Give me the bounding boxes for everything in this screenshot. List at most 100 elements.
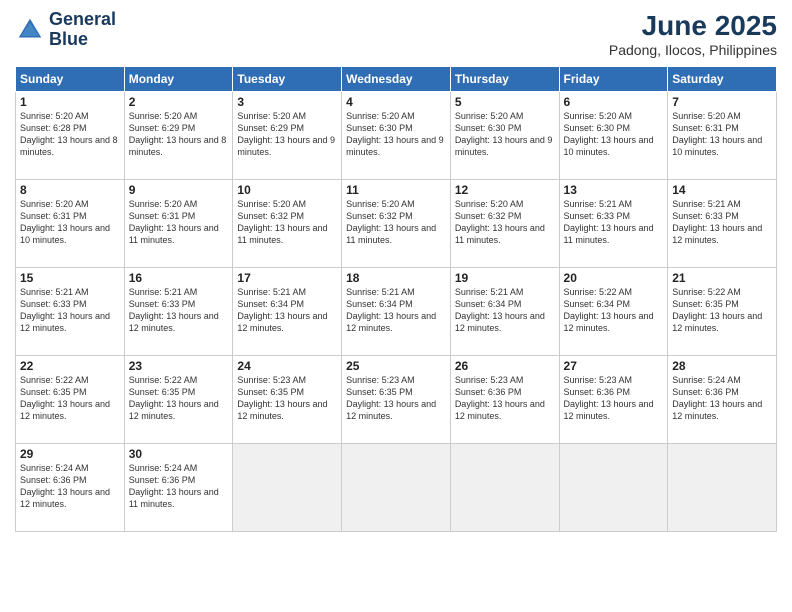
day-number: 29: [20, 447, 120, 461]
calendar-row: 1 Sunrise: 5:20 AM Sunset: 6:28 PM Dayli…: [16, 92, 777, 180]
dow-header: Tuesday: [233, 67, 342, 92]
day-number: 8: [20, 183, 120, 197]
day-info: Sunrise: 5:20 AM Sunset: 6:30 PM Dayligh…: [564, 110, 664, 159]
day-of-week-row: SundayMondayTuesdayWednesdayThursdayFrid…: [16, 67, 777, 92]
day-number: 30: [129, 447, 229, 461]
day-info: Sunrise: 5:20 AM Sunset: 6:32 PM Dayligh…: [237, 198, 337, 247]
calendar-cell: 19 Sunrise: 5:21 AM Sunset: 6:34 PM Dayl…: [450, 268, 559, 356]
calendar-cell: 16 Sunrise: 5:21 AM Sunset: 6:33 PM Dayl…: [124, 268, 233, 356]
day-info: Sunrise: 5:22 AM Sunset: 6:35 PM Dayligh…: [672, 286, 772, 335]
calendar-cell: 17 Sunrise: 5:21 AM Sunset: 6:34 PM Dayl…: [233, 268, 342, 356]
day-number: 15: [20, 271, 120, 285]
calendar-cell: 4 Sunrise: 5:20 AM Sunset: 6:30 PM Dayli…: [342, 92, 451, 180]
calendar-cell: 27 Sunrise: 5:23 AM Sunset: 6:36 PM Dayl…: [559, 356, 668, 444]
day-number: 25: [346, 359, 446, 373]
day-info: Sunrise: 5:20 AM Sunset: 6:31 PM Dayligh…: [672, 110, 772, 159]
day-number: 9: [129, 183, 229, 197]
day-info: Sunrise: 5:21 AM Sunset: 6:34 PM Dayligh…: [346, 286, 446, 335]
day-info: Sunrise: 5:22 AM Sunset: 6:35 PM Dayligh…: [129, 374, 229, 423]
calendar-cell: 26 Sunrise: 5:23 AM Sunset: 6:36 PM Dayl…: [450, 356, 559, 444]
day-info: Sunrise: 5:21 AM Sunset: 6:34 PM Dayligh…: [455, 286, 555, 335]
day-info: Sunrise: 5:20 AM Sunset: 6:30 PM Dayligh…: [346, 110, 446, 159]
day-info: Sunrise: 5:21 AM Sunset: 6:34 PM Dayligh…: [237, 286, 337, 335]
calendar-row: 29 Sunrise: 5:24 AM Sunset: 6:36 PM Dayl…: [16, 444, 777, 532]
day-info: Sunrise: 5:22 AM Sunset: 6:35 PM Dayligh…: [20, 374, 120, 423]
day-info: Sunrise: 5:24 AM Sunset: 6:36 PM Dayligh…: [129, 462, 229, 511]
day-number: 21: [672, 271, 772, 285]
calendar-row: 22 Sunrise: 5:22 AM Sunset: 6:35 PM Dayl…: [16, 356, 777, 444]
calendar-cell: 7 Sunrise: 5:20 AM Sunset: 6:31 PM Dayli…: [668, 92, 777, 180]
day-info: Sunrise: 5:23 AM Sunset: 6:36 PM Dayligh…: [564, 374, 664, 423]
calendar-cell: 11 Sunrise: 5:20 AM Sunset: 6:32 PM Dayl…: [342, 180, 451, 268]
calendar-cell: 20 Sunrise: 5:22 AM Sunset: 6:34 PM Dayl…: [559, 268, 668, 356]
calendar-cell: 18 Sunrise: 5:21 AM Sunset: 6:34 PM Dayl…: [342, 268, 451, 356]
day-info: Sunrise: 5:21 AM Sunset: 6:33 PM Dayligh…: [564, 198, 664, 247]
calendar-cell: 10 Sunrise: 5:20 AM Sunset: 6:32 PM Dayl…: [233, 180, 342, 268]
day-number: 16: [129, 271, 229, 285]
dow-header: Monday: [124, 67, 233, 92]
dow-header: Wednesday: [342, 67, 451, 92]
day-info: Sunrise: 5:20 AM Sunset: 6:30 PM Dayligh…: [455, 110, 555, 159]
calendar-cell: 8 Sunrise: 5:20 AM Sunset: 6:31 PM Dayli…: [16, 180, 125, 268]
day-info: Sunrise: 5:23 AM Sunset: 6:36 PM Dayligh…: [455, 374, 555, 423]
day-number: 4: [346, 95, 446, 109]
day-info: Sunrise: 5:24 AM Sunset: 6:36 PM Dayligh…: [672, 374, 772, 423]
day-number: 2: [129, 95, 229, 109]
day-number: 3: [237, 95, 337, 109]
subtitle: Padong, Ilocos, Philippines: [609, 42, 777, 58]
day-number: 28: [672, 359, 772, 373]
dow-header: Sunday: [16, 67, 125, 92]
calendar-cell: [342, 444, 451, 532]
calendar-cell: 23 Sunrise: 5:22 AM Sunset: 6:35 PM Dayl…: [124, 356, 233, 444]
day-info: Sunrise: 5:20 AM Sunset: 6:31 PM Dayligh…: [20, 198, 120, 247]
calendar-cell: 14 Sunrise: 5:21 AM Sunset: 6:33 PM Dayl…: [668, 180, 777, 268]
day-number: 6: [564, 95, 664, 109]
day-info: Sunrise: 5:20 AM Sunset: 6:32 PM Dayligh…: [346, 198, 446, 247]
day-number: 24: [237, 359, 337, 373]
day-number: 11: [346, 183, 446, 197]
calendar-cell: 13 Sunrise: 5:21 AM Sunset: 6:33 PM Dayl…: [559, 180, 668, 268]
calendar-cell: 25 Sunrise: 5:23 AM Sunset: 6:35 PM Dayl…: [342, 356, 451, 444]
calendar-row: 15 Sunrise: 5:21 AM Sunset: 6:33 PM Dayl…: [16, 268, 777, 356]
header: General Blue June 2025 Padong, Ilocos, P…: [15, 10, 777, 58]
day-info: Sunrise: 5:20 AM Sunset: 6:31 PM Dayligh…: [129, 198, 229, 247]
calendar-row: 8 Sunrise: 5:20 AM Sunset: 6:31 PM Dayli…: [16, 180, 777, 268]
day-number: 7: [672, 95, 772, 109]
day-number: 13: [564, 183, 664, 197]
day-info: Sunrise: 5:22 AM Sunset: 6:34 PM Dayligh…: [564, 286, 664, 335]
day-number: 14: [672, 183, 772, 197]
dow-header: Thursday: [450, 67, 559, 92]
main-title: June 2025: [609, 10, 777, 42]
day-number: 12: [455, 183, 555, 197]
day-number: 17: [237, 271, 337, 285]
day-info: Sunrise: 5:20 AM Sunset: 6:29 PM Dayligh…: [237, 110, 337, 159]
day-number: 26: [455, 359, 555, 373]
day-info: Sunrise: 5:20 AM Sunset: 6:29 PM Dayligh…: [129, 110, 229, 159]
day-number: 5: [455, 95, 555, 109]
day-number: 23: [129, 359, 229, 373]
calendar-cell: 24 Sunrise: 5:23 AM Sunset: 6:35 PM Dayl…: [233, 356, 342, 444]
calendar-cell: 5 Sunrise: 5:20 AM Sunset: 6:30 PM Dayli…: [450, 92, 559, 180]
day-info: Sunrise: 5:21 AM Sunset: 6:33 PM Dayligh…: [672, 198, 772, 247]
day-number: 20: [564, 271, 664, 285]
calendar-cell: 21 Sunrise: 5:22 AM Sunset: 6:35 PM Dayl…: [668, 268, 777, 356]
calendar-cell: 9 Sunrise: 5:20 AM Sunset: 6:31 PM Dayli…: [124, 180, 233, 268]
day-info: Sunrise: 5:20 AM Sunset: 6:28 PM Dayligh…: [20, 110, 120, 159]
day-number: 1: [20, 95, 120, 109]
dow-header: Saturday: [668, 67, 777, 92]
calendar-cell: 1 Sunrise: 5:20 AM Sunset: 6:28 PM Dayli…: [16, 92, 125, 180]
logo-text: General Blue: [49, 10, 116, 50]
calendar: SundayMondayTuesdayWednesdayThursdayFrid…: [15, 66, 777, 532]
logo-icon: [15, 15, 45, 45]
day-number: 22: [20, 359, 120, 373]
calendar-cell: [450, 444, 559, 532]
calendar-cell: [559, 444, 668, 532]
dow-header: Friday: [559, 67, 668, 92]
day-number: 19: [455, 271, 555, 285]
calendar-cell: 3 Sunrise: 5:20 AM Sunset: 6:29 PM Dayli…: [233, 92, 342, 180]
calendar-cell: 2 Sunrise: 5:20 AM Sunset: 6:29 PM Dayli…: [124, 92, 233, 180]
calendar-cell: 15 Sunrise: 5:21 AM Sunset: 6:33 PM Dayl…: [16, 268, 125, 356]
day-info: Sunrise: 5:23 AM Sunset: 6:35 PM Dayligh…: [346, 374, 446, 423]
day-number: 10: [237, 183, 337, 197]
calendar-cell: [668, 444, 777, 532]
